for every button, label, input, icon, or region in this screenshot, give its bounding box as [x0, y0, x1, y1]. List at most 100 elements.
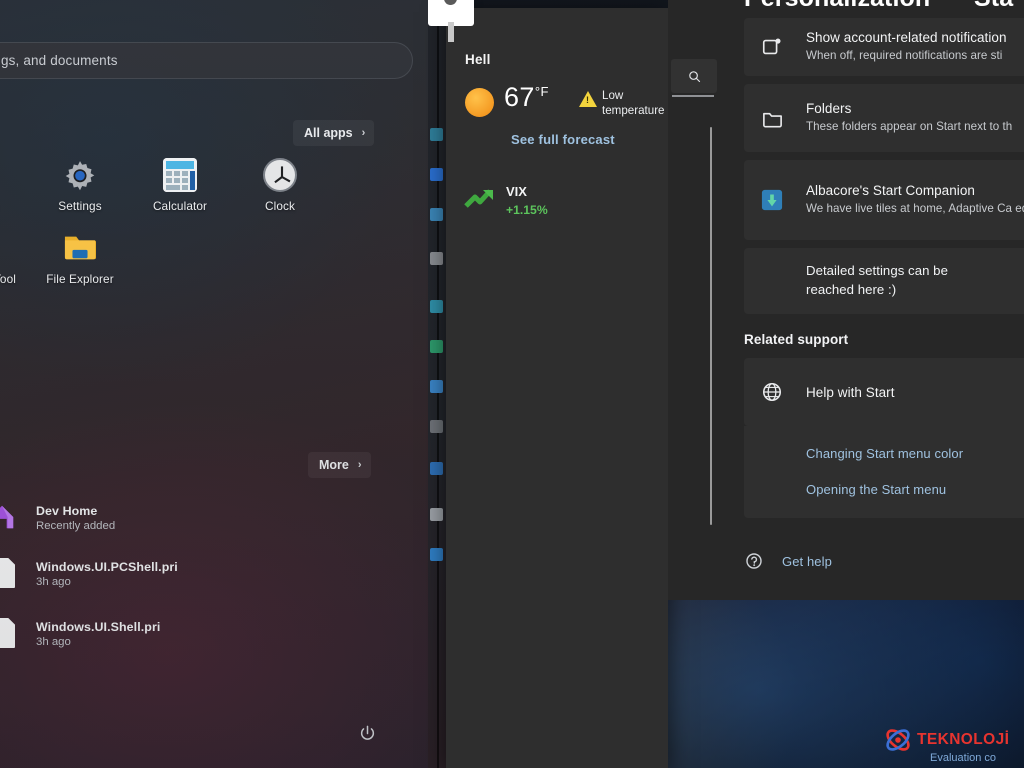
list-item[interactable]: hellUI.pri Windows.UI.Shell.pri 3h ago: [0, 610, 445, 658]
temperature-unit: °F: [534, 84, 549, 99]
setting-title: Albacore's Start Companion: [806, 183, 975, 199]
strip-app-icon[interactable]: [430, 420, 443, 433]
warning-triangle-icon: [579, 91, 597, 107]
watermark-logo: TEKNOLOJİ: [884, 726, 1009, 754]
stock-up-arrow-icon: [464, 186, 496, 210]
screen-root: gs, and documents All apps › Photos: [0, 0, 1024, 768]
setting-subtitle: When off, required notifications are sti: [806, 49, 1003, 63]
document-icon: [0, 618, 18, 650]
pinned-app-photos[interactable]: Photos: [0, 158, 30, 213]
power-button[interactable]: [352, 718, 382, 748]
document-icon: [0, 558, 18, 590]
setting-text: Albacore's Start Companion We have live …: [806, 183, 1024, 216]
setting-row-detailed-settings[interactable]: Detailed settings can be reached here :): [744, 248, 1024, 314]
list-item[interactable]: Dev Home Recently added: [0, 494, 445, 542]
clock-icon: [263, 158, 297, 192]
power-icon: [360, 725, 374, 740]
teknoloji-logo-icon: [886, 729, 910, 751]
recommended-text: Windows.UI.Shell.pri 3h ago: [36, 620, 160, 648]
chevron-right-icon: ›: [361, 126, 366, 139]
stock-change: +1.15%: [506, 203, 548, 217]
pinned-app-file-explorer[interactable]: File Explorer: [30, 231, 130, 286]
search-icon: [688, 70, 700, 82]
settings-bottom-fade: [668, 580, 1024, 600]
setting-row-albacore-companion[interactable]: Albacore's Start Companion We have live …: [744, 160, 1024, 240]
setting-subtitle: Detailed settings can be reached here :): [806, 263, 948, 297]
strip-app-icon[interactable]: [430, 300, 443, 313]
pinned-app-clock[interactable]: Clock: [230, 158, 330, 213]
weather-city: Hell: [465, 52, 491, 67]
support-links-card: Changing Start menu color Opening the St…: [744, 426, 1024, 518]
recommended-subtitle: Recently added: [36, 520, 116, 532]
recommended-subtitle: 3h ago: [36, 576, 71, 588]
pinned-apps-grid: Photos Settings: [0, 158, 445, 286]
strip-app-icon[interactable]: [430, 128, 443, 141]
breadcrumb-start[interactable]: Sta: [974, 0, 1013, 13]
setting-text: Show account-related notification When o…: [806, 30, 1011, 63]
weather-finance-flyout: Hell 67°F Low temperature See full forec…: [446, 8, 668, 768]
settings-search-button[interactable]: [671, 59, 717, 93]
globe-help-icon: [760, 380, 784, 404]
strip-app-icon[interactable]: [430, 380, 443, 393]
start-search-placeholder: gs, and documents: [1, 53, 118, 68]
sun-icon: [465, 88, 494, 117]
search-button-underline: [672, 95, 714, 97]
setting-text: Help with Start: [806, 385, 899, 400]
weather-temperature: 67°F: [504, 82, 549, 113]
list-item[interactable]: mmon.pri Windows.UI.PCShell.pri 3h ago: [0, 550, 445, 598]
strip-app-icon[interactable]: [430, 508, 443, 521]
settings-gear-icon: [63, 158, 97, 192]
watermark-brand: TEKNOLOJİ: [917, 731, 1010, 749]
folder-icon: [63, 231, 97, 265]
strip-app-icon[interactable]: [430, 252, 443, 265]
pinned-app-label: File Explorer: [46, 272, 114, 286]
all-apps-label: All apps: [304, 126, 353, 140]
all-apps-button[interactable]: All apps ›: [293, 120, 375, 146]
breadcrumb-personalization[interactable]: Personalization: [744, 0, 930, 13]
more-label: More: [319, 458, 349, 472]
support-link-changing-color[interactable]: Changing Start menu color: [744, 438, 1024, 468]
setting-row-folders[interactable]: Folders These folders appear on Start ne…: [744, 84, 1024, 152]
setting-text: Folders These folders appear on Start ne…: [806, 101, 1016, 134]
support-link-opening-menu[interactable]: Opening the Start menu: [744, 474, 1024, 504]
pinned-app-label: Clock: [265, 199, 295, 213]
calculator-icon: [163, 158, 197, 192]
start-menu-panel: gs, and documents All apps › Photos: [0, 0, 445, 768]
recommended-title: Dev Home: [36, 504, 98, 518]
get-help-label[interactable]: Get help: [782, 554, 832, 569]
recommended-subtitle: 3h ago: [36, 636, 71, 648]
strip-app-icon[interactable]: [430, 208, 443, 221]
strip-app-icon[interactable]: [430, 340, 443, 353]
strip-app-icon[interactable]: [430, 168, 443, 181]
setting-subtitle: We have live tiles at home, Adaptive Ca …: [806, 202, 1024, 216]
strip-app-icon[interactable]: [430, 548, 443, 561]
pinned-app-settings[interactable]: Settings: [30, 158, 130, 213]
setting-text: Detailed settings can be reached here :): [806, 262, 1000, 299]
recommended-text: Dev Home Recently added: [36, 504, 115, 532]
cursor-stem: [448, 22, 454, 42]
setting-row-help-with-start[interactable]: Help with Start: [744, 358, 1024, 426]
setting-title: Help with Start: [806, 384, 895, 400]
pinned-app-snipping-tool[interactable]: Snipping Tool: [0, 231, 30, 286]
setting-row-account-notifications[interactable]: Show account-related notification When o…: [744, 18, 1024, 76]
chevron-right-icon: ›: [357, 458, 362, 471]
stock-symbol: VIX: [506, 184, 527, 199]
temperature-value: 67: [504, 82, 535, 112]
notification-badge-icon: [760, 35, 784, 59]
pinned-app-label: Snipping Tool: [0, 272, 16, 286]
recommended-title: Windows.UI.PCShell.pri: [36, 560, 178, 574]
see-full-forecast-link[interactable]: See full forecast: [511, 132, 615, 147]
setting-title: Folders: [806, 101, 852, 117]
related-support-heading: Related support: [744, 332, 849, 347]
more-button[interactable]: More ›: [308, 452, 371, 478]
pinned-app-calculator[interactable]: Calculator: [130, 158, 230, 213]
vertical-icon-strip: [428, 0, 447, 768]
dev-home-icon: [0, 502, 18, 534]
folder-outline-icon: [760, 106, 784, 130]
start-search-input[interactable]: gs, and documents: [0, 42, 413, 79]
settings-window: Personalization Sta Show account-related…: [668, 0, 1024, 600]
settings-scrollbar[interactable]: [710, 127, 712, 525]
strip-app-icon[interactable]: [430, 462, 443, 475]
setting-title: Show account-related notification: [806, 30, 1007, 46]
get-help-row[interactable]: Get help: [744, 551, 832, 571]
